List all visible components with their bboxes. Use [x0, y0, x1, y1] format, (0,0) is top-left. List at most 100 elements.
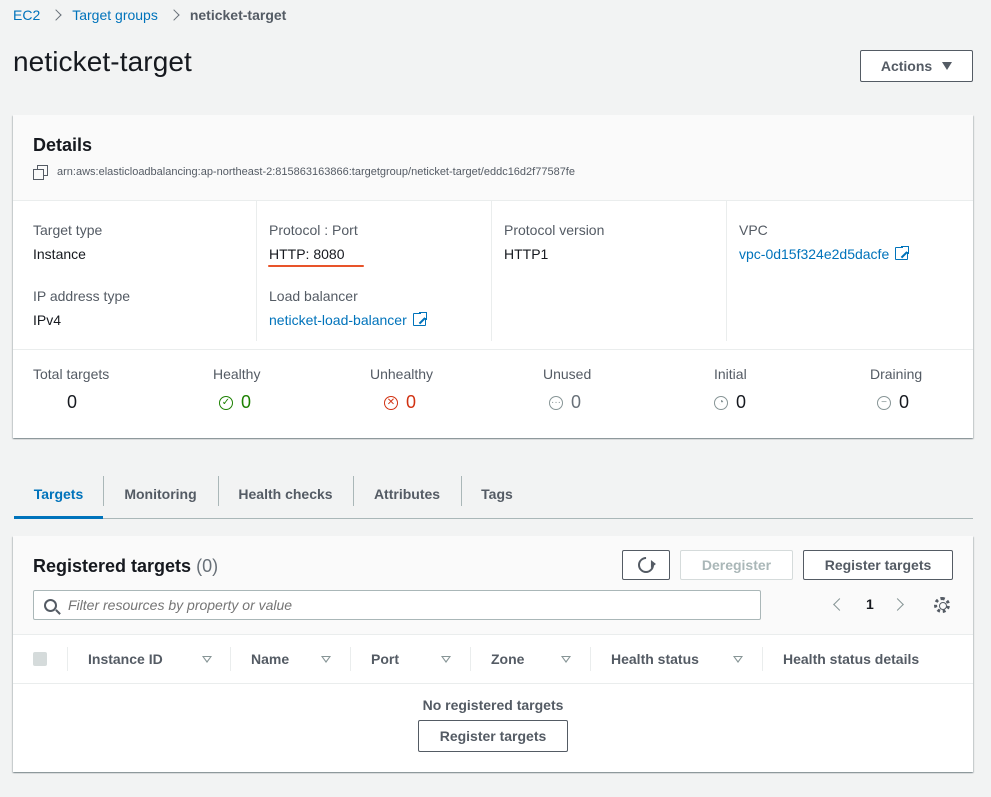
copy-icon[interactable]	[33, 165, 48, 180]
select-all-checkbox[interactable]	[33, 652, 47, 666]
target-type-value: Instance	[33, 246, 86, 262]
tab-health-checks[interactable]: Health checks	[218, 470, 353, 518]
column-health-status[interactable]: Health status	[611, 635, 699, 683]
load-balancer-label: Load balancer	[269, 288, 358, 304]
chevron-right-icon	[50, 9, 62, 21]
ip-address-type-label: IP address type	[33, 288, 131, 304]
column-instance-id[interactable]: Instance ID	[88, 635, 163, 683]
x-circle-icon: ✕	[384, 395, 398, 410]
highlight-underline	[268, 265, 364, 267]
details-column-2: Protocol : Port HTTP: 8080 Load balancer…	[256, 201, 491, 341]
protocol-port-label: Protocol : Port	[269, 222, 358, 238]
sort-icon[interactable]	[202, 656, 212, 663]
ip-address-type-value: IPv4	[33, 312, 62, 328]
initial-value: 0	[736, 392, 747, 412]
registered-targets-count: (0)	[196, 556, 219, 576]
actions-button-label: Actions	[880, 58, 933, 74]
sort-icon[interactable]	[733, 656, 743, 663]
vpc-link[interactable]: vpc-0d15f324e2d5dacfe	[739, 246, 889, 262]
initial-label: Initial	[714, 366, 747, 382]
chevron-right-icon	[168, 9, 180, 21]
initial-count: Initial ◔ 0	[714, 366, 747, 413]
unhealthy-count: Unhealthy ✕ 0	[370, 366, 433, 413]
breadcrumb-ec2-link[interactable]: EC2	[13, 7, 40, 23]
protocol-port-value: HTTP: 8080	[269, 246, 345, 262]
unhealthy-value: 0	[406, 392, 417, 412]
unused-label: Unused	[543, 366, 592, 382]
external-link-icon[interactable]	[412, 311, 428, 326]
unused-count: Unused ··· 0	[543, 366, 591, 413]
table-header: Instance ID Name Port Zone Health status…	[13, 635, 973, 684]
sort-icon[interactable]	[441, 656, 451, 663]
registered-targets-header: Registered targets (0) Deregister Regist…	[13, 536, 973, 635]
page-number[interactable]: 1	[866, 596, 874, 612]
ellipsis-circle-icon: ···	[549, 395, 563, 410]
empty-state-text: No registered targets	[422, 697, 564, 713]
details-column-4: VPC vpc-0d15f324e2d5dacfe	[726, 201, 966, 341]
tab-tags[interactable]: Tags	[461, 470, 533, 518]
sort-icon[interactable]	[321, 656, 331, 663]
deregister-button[interactable]: Deregister	[680, 550, 793, 580]
tab-monitoring-label: Monitoring	[124, 486, 197, 502]
search-icon	[44, 598, 57, 612]
registered-targets-title-text: Registered targets	[33, 556, 192, 576]
settings-button[interactable]	[934, 597, 950, 613]
tab-tags-label: Tags	[481, 486, 513, 502]
details-key-values: Target type Instance IP address type IPv…	[13, 201, 973, 350]
details-column-1: Target type Instance IP address type IPv…	[33, 201, 248, 341]
tab-monitoring[interactable]: Monitoring	[103, 470, 218, 518]
pagination: 1	[833, 596, 904, 612]
total-targets-value: 0	[67, 392, 78, 412]
tab-attributes[interactable]: Attributes	[353, 470, 461, 518]
chevron-right-icon[interactable]	[890, 597, 904, 611]
healthy-label: Healthy	[213, 366, 261, 382]
register-targets-button[interactable]: Register targets	[803, 550, 953, 580]
refresh-icon	[634, 553, 658, 577]
column-name[interactable]: Name	[251, 635, 289, 683]
details-title: Details	[33, 135, 93, 155]
minus-circle-icon: −	[877, 395, 891, 410]
vpc-label: VPC	[739, 222, 768, 238]
target-type-label: Target type	[33, 222, 103, 238]
unhealthy-label: Unhealthy	[370, 366, 434, 382]
check-circle-icon: ✓	[219, 395, 233, 410]
details-column-3: Protocol version HTTP1	[491, 201, 726, 341]
arn-value: arn:aws:elasticloadbalancing:ap-northeas…	[57, 166, 575, 178]
registered-targets-panel: Registered targets (0) Deregister Regist…	[13, 536, 973, 772]
details-panel: Details arn:aws:elasticloadbalancing:ap-…	[13, 115, 973, 438]
load-balancer-link[interactable]: neticket-load-balancer	[269, 312, 407, 328]
filter-input[interactable]	[68, 597, 718, 613]
actions-button[interactable]: Actions	[860, 50, 973, 82]
refresh-button[interactable]	[622, 550, 670, 580]
chevron-left-icon[interactable]	[833, 597, 846, 611]
page-title: neticket-target	[13, 46, 192, 77]
tab-targets[interactable]: Targets	[14, 470, 103, 519]
tab-health-checks-label: Health checks	[238, 486, 333, 502]
target-counts: Total targets 0 Healthy ✓ 0 Unhealthy ✕ …	[13, 350, 973, 438]
column-health-status-details[interactable]: Health status details	[783, 635, 919, 683]
healthy-value: 0	[241, 392, 252, 412]
total-targets-label: Total targets	[33, 366, 110, 382]
sort-icon[interactable]	[561, 656, 571, 663]
registered-targets-title: Registered targets (0)	[33, 556, 218, 577]
gear-icon	[934, 597, 950, 613]
unused-value: 0	[571, 392, 582, 412]
filter-box	[33, 590, 761, 620]
tab-bar: Targets Monitoring Health checks Attribu…	[14, 470, 973, 519]
draining-count: Draining − 0	[870, 366, 922, 413]
protocol-version-value: HTTP1	[504, 246, 549, 262]
column-port[interactable]: Port	[371, 635, 399, 683]
breadcrumb-target-groups-link[interactable]: Target groups	[72, 7, 158, 23]
clock-circle-icon: ◔	[714, 395, 728, 410]
column-zone[interactable]: Zone	[491, 635, 524, 683]
external-link-icon[interactable]	[895, 245, 911, 260]
tab-attributes-label: Attributes	[373, 486, 441, 502]
breadcrumb-current: neticket-target	[189, 7, 287, 23]
draining-label: Draining	[870, 366, 923, 382]
arn-row: arn:aws:elasticloadbalancing:ap-northeas…	[33, 165, 953, 180]
healthy-count: Healthy ✓ 0	[213, 366, 260, 413]
empty-register-targets-button[interactable]: Register targets	[418, 720, 568, 752]
draining-value: 0	[899, 392, 910, 412]
total-targets: Total targets 0	[33, 366, 109, 413]
protocol-version-label: Protocol version	[504, 222, 605, 238]
